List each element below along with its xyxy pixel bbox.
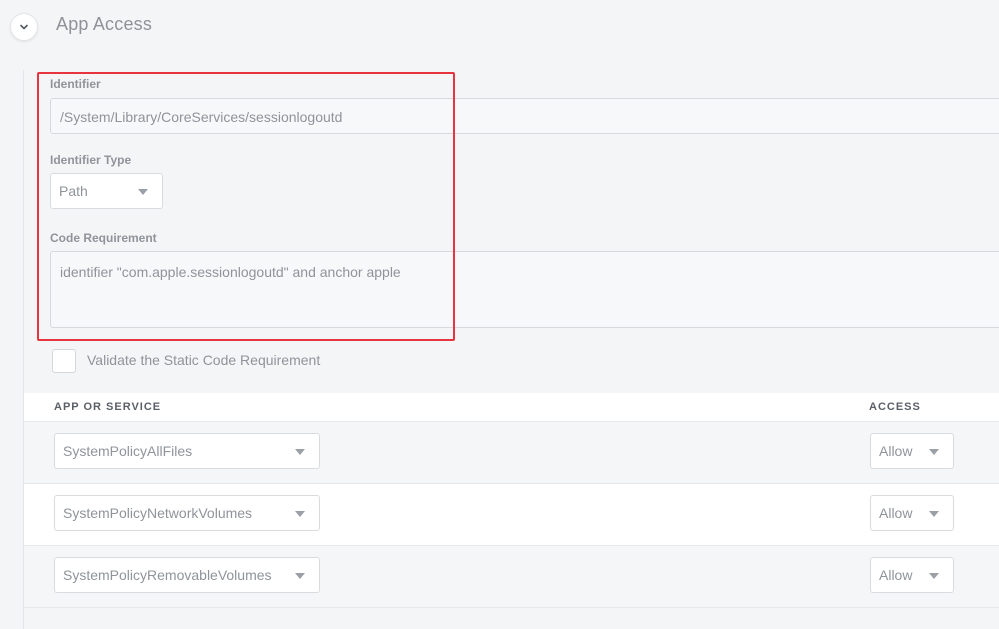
section-title: App Access: [56, 14, 153, 34]
validate-static-code-label: Validate the Static Code Requirement: [87, 352, 321, 368]
table-row: SystemPolicyRemovableVolumes Allow: [24, 546, 999, 608]
column-header-service: APP OR SERVICE: [54, 401, 162, 413]
service-select[interactable]: SystemPolicyAllFiles: [54, 433, 320, 469]
table-row: SystemPolicyAllFiles Allow: [24, 422, 999, 484]
code-requirement-label: Code Requirement: [50, 231, 157, 245]
caret-down-icon: [295, 511, 305, 517]
service-select[interactable]: SystemPolicyRemovableVolumes: [54, 557, 320, 593]
table-row: SystemPolicyNetworkVolumes Allow: [24, 484, 999, 546]
caret-down-icon: [929, 573, 939, 579]
access-value: Allow: [879, 443, 913, 459]
caret-down-icon: [295, 449, 305, 455]
validate-static-code-checkbox[interactable]: [52, 349, 76, 373]
access-value: Allow: [879, 567, 913, 583]
chevron-down-icon: [20, 24, 28, 30]
caret-down-icon: [929, 511, 939, 517]
service-value: SystemPolicyAllFiles: [63, 443, 193, 459]
caret-down-icon: [929, 449, 939, 455]
service-value: SystemPolicyNetworkVolumes: [63, 505, 253, 521]
access-select[interactable]: Allow: [870, 557, 954, 593]
service-select[interactable]: SystemPolicyNetworkVolumes: [54, 495, 320, 531]
identifier-type-label: Identifier Type: [50, 153, 132, 167]
identifier-label: Identifier: [50, 77, 101, 91]
collapse-section-button[interactable]: [10, 13, 38, 41]
caret-down-icon: [138, 189, 148, 195]
code-requirement-textarea[interactable]: identifier "com.apple.sessionlogoutd" an…: [50, 251, 999, 328]
table-header: APP OR SERVICE ACCESS: [24, 393, 999, 422]
access-select[interactable]: Allow: [870, 433, 954, 469]
identifier-type-value: Path: [59, 183, 88, 199]
service-value: SystemPolicyRemovableVolumes: [63, 567, 272, 583]
access-value: Allow: [879, 505, 913, 521]
access-select[interactable]: Allow: [870, 495, 954, 531]
column-header-access: ACCESS: [869, 401, 921, 413]
identifier-type-select[interactable]: Path: [50, 173, 163, 209]
identifier-input[interactable]: /System/Library/CoreServices/sessionlogo…: [50, 98, 999, 134]
caret-down-icon: [295, 573, 305, 579]
